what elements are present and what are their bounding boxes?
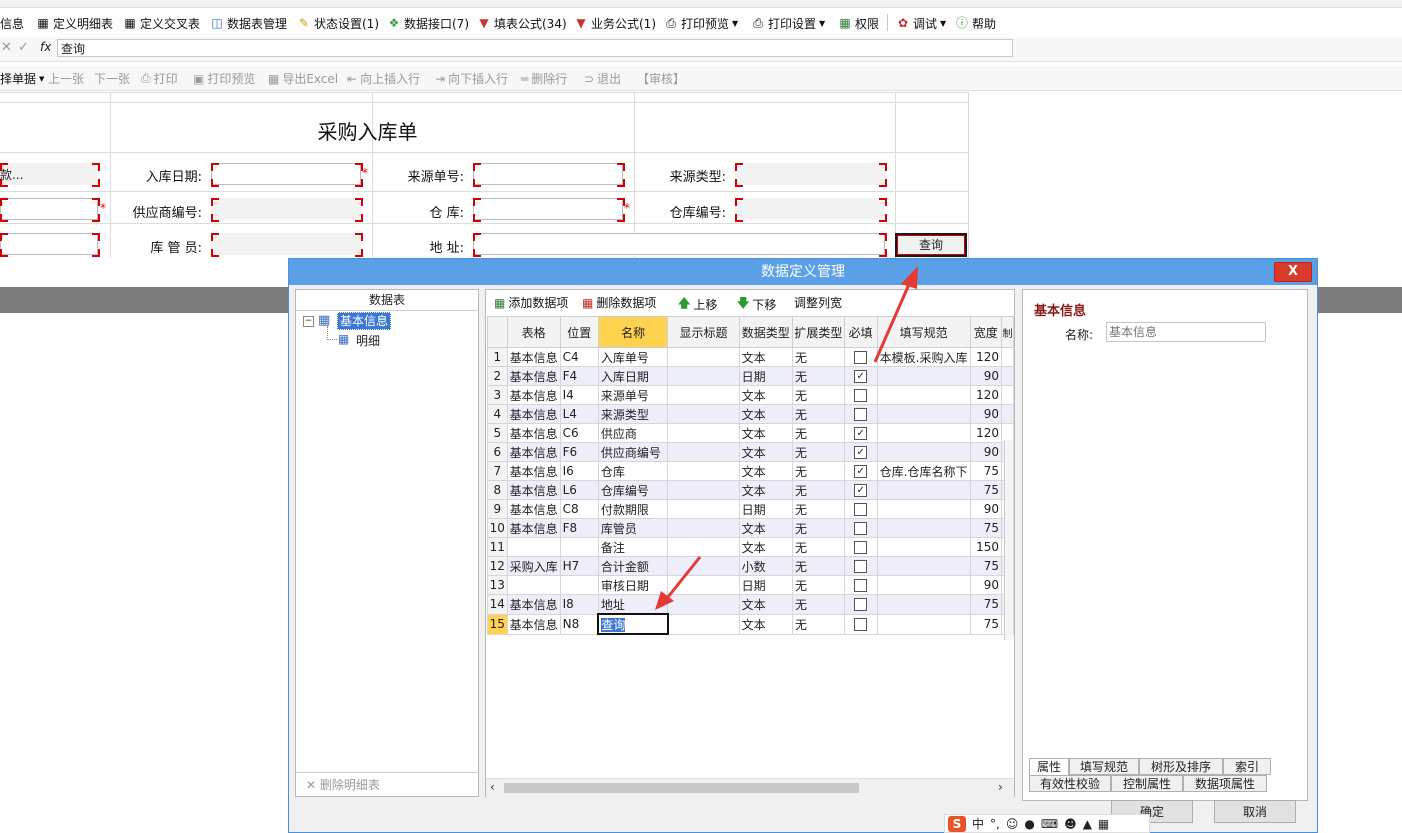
grid-icon[interactable]: ▦: [1098, 817, 1109, 831]
user-icon[interactable]: ☻: [1064, 817, 1077, 831]
sogou-icon[interactable]: S: [948, 815, 966, 832]
punctuation-icon[interactable]: °,: [990, 817, 1000, 831]
microphone-icon[interactable]: ●: [1024, 817, 1034, 831]
annotation-arrows: [655, 266, 918, 610]
skin-icon[interactable]: ▲: [1083, 817, 1092, 831]
keyboard-icon[interactable]: ⌨: [1041, 817, 1058, 831]
ime-mode-label[interactable]: 中: [972, 815, 984, 832]
emoji-icon[interactable]: ☺: [1006, 817, 1019, 831]
arrow-to-query-row: [666, 556, 702, 598]
ime-toolbar: S 中 °, ☺ ● ⌨ ☻ ▲ ▦: [944, 814, 1150, 833]
arrow-head: [901, 266, 918, 289]
arrow-to-query-button: [873, 281, 912, 363]
